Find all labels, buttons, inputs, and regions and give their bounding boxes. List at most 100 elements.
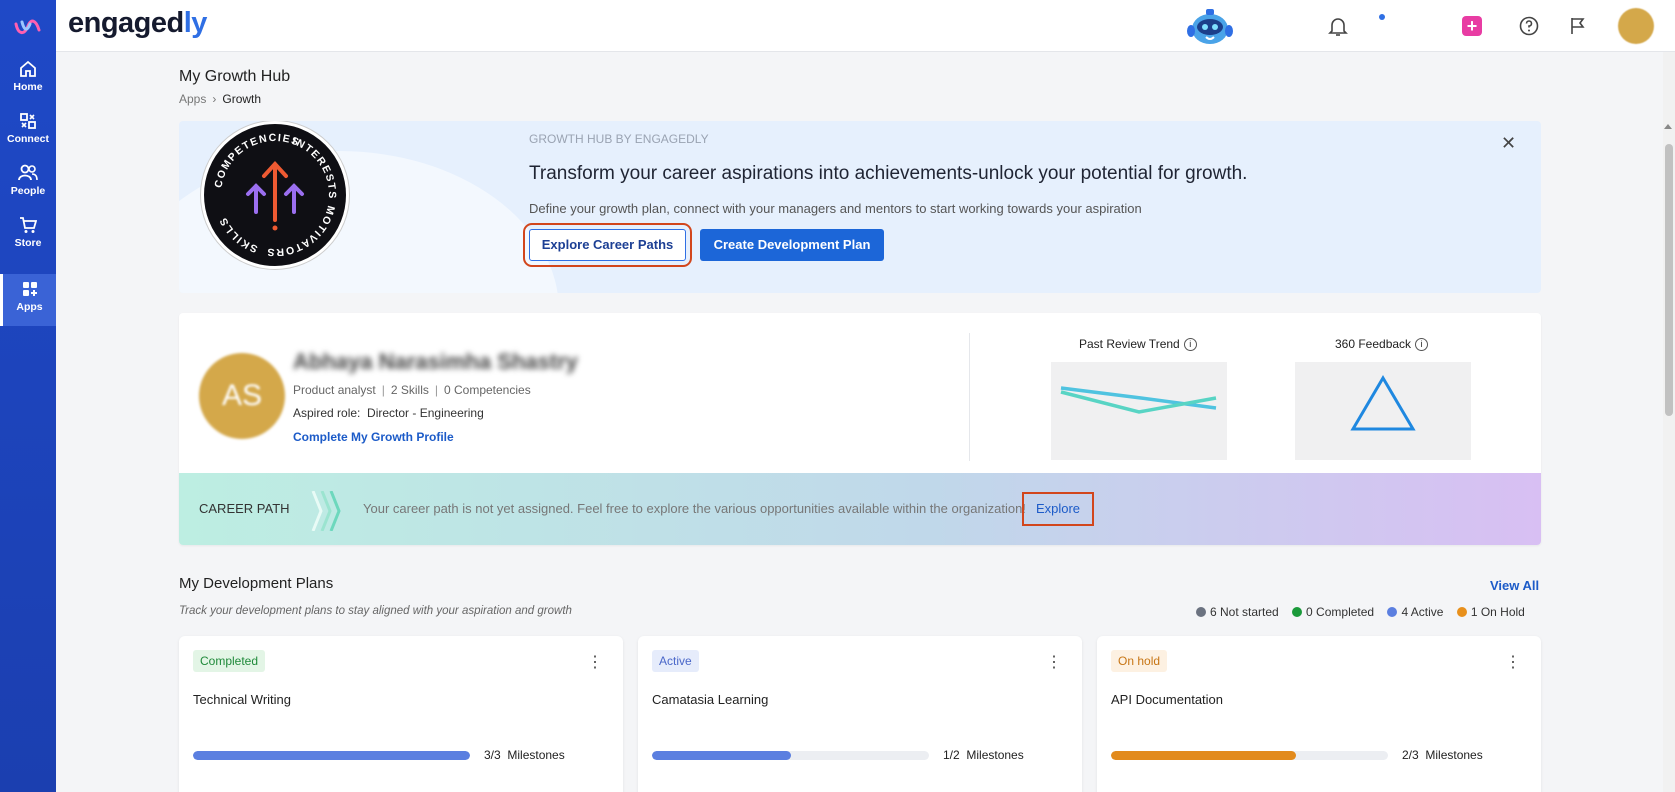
plan-status-badge: Active	[652, 650, 699, 672]
legend-dot	[1196, 607, 1206, 617]
legend-label: 4 Active	[1401, 605, 1444, 619]
mascot-icon[interactable]	[1184, 7, 1236, 51]
growth-hub-banner: COMPETENCIES INTERESTS MOTIVATORS SKILLS…	[179, 121, 1541, 293]
complete-growth-profile-link[interactable]: Complete My Growth Profile	[293, 430, 454, 444]
scrollbar[interactable]	[1663, 52, 1675, 792]
plan-milestones: 3/3 Milestones	[484, 748, 565, 762]
brand-logo[interactable]: engagedly	[68, 7, 207, 40]
notification-dot	[1379, 14, 1385, 20]
plan-status-badge: Completed	[193, 650, 266, 672]
legend-active: 4 Active	[1387, 605, 1443, 619]
legend-completed: 0 Completed	[1292, 605, 1374, 619]
past-review-trend-text: Past Review Trend	[1079, 337, 1180, 351]
past-review-trend-chart[interactable]	[1051, 362, 1227, 460]
banner-title: Transform your career aspirations into a…	[529, 163, 1248, 184]
more-options-icon[interactable]: ⋮	[1505, 652, 1521, 672]
plan-progress-bar	[193, 751, 470, 760]
brand-text: engaged	[68, 7, 184, 39]
360-feedback-chart[interactable]	[1295, 362, 1471, 460]
360-feedback-text: 360 Feedback	[1335, 337, 1412, 351]
aspired-role-value: Director - Engineering	[367, 406, 484, 420]
page-title: My Growth Hub	[179, 68, 291, 85]
growth-profile-card: AS Abhaya Narasimha Shastry Product anal…	[179, 313, 1541, 545]
career-path-strip: CAREER PATH Your career path is not yet …	[179, 473, 1541, 545]
sidebar-item-people[interactable]: People	[0, 158, 56, 210]
trend-lines-graphic	[1060, 386, 1217, 414]
flag-icon[interactable]	[1567, 14, 1591, 38]
apps-icon	[22, 282, 37, 296]
sidebar: Home Connect People Store Apps	[0, 0, 56, 792]
plan-name: API Documentation	[1111, 692, 1224, 707]
profile-avatar: AS	[199, 353, 285, 439]
profile-role: Product analyst	[293, 383, 376, 397]
home-icon	[20, 60, 36, 77]
badge-word-skills: SKILLS	[217, 215, 258, 255]
milestones-label: Milestones	[1425, 748, 1483, 762]
explore-career-paths-button[interactable]: Explore Career Paths	[523, 223, 692, 267]
brand-accent: ly	[183, 7, 208, 39]
legend-dot	[1387, 607, 1398, 617]
create-development-plan-button[interactable]: Create Development Plan	[700, 229, 884, 261]
close-icon[interactable]: ✕	[1501, 133, 1516, 154]
info-icon[interactable]: i	[1183, 338, 1197, 352]
milestones-label: Milestones	[507, 748, 565, 762]
chevrons-icon	[311, 491, 341, 531]
view-all-link[interactable]: View All	[1490, 578, 1539, 593]
sidebar-item-store[interactable]: Store	[0, 210, 56, 262]
legend-label: 1 On Hold	[1470, 605, 1525, 619]
scrollbar-thumb[interactable]	[1665, 144, 1673, 416]
avatar[interactable]	[1618, 8, 1654, 44]
growth-badge-graphic: COMPETENCIES INTERESTS MOTIVATORS SKILLS	[212, 132, 336, 258]
help-icon[interactable]	[1517, 14, 1541, 38]
info-icon[interactable]: i	[1415, 338, 1429, 352]
more-options-icon[interactable]: ⋮	[1046, 652, 1062, 672]
meta-divider: |	[381, 383, 385, 397]
plan-status-badge: On hold	[1111, 650, 1168, 672]
360-feedback-label: 360 Feedback i	[1335, 337, 1429, 352]
plan-progress-fill	[652, 751, 791, 760]
plan-card[interactable]: Active ⋮ Camatasia Learning 1/2 Mileston…	[638, 636, 1082, 792]
more-options-icon[interactable]: ⋮	[587, 652, 603, 672]
plan-progress-fill	[1111, 751, 1296, 760]
plan-name: Technical Writing	[193, 692, 292, 707]
plan-card[interactable]: On hold ⋮ API Documentation 2/3 Mileston…	[1097, 636, 1541, 792]
divider	[969, 333, 970, 461]
banner-description: Define your growth plan, connect with yo…	[529, 201, 1142, 216]
explore-link[interactable]: Explore	[1022, 492, 1094, 526]
legend-dot	[1456, 607, 1467, 617]
engagedly-logo-icon[interactable]	[12, 12, 44, 42]
milestones-count: 1/2	[943, 748, 960, 762]
aspired-role-label: Aspired role:	[293, 406, 361, 420]
legend-on-hold: 1 On Hold	[1456, 605, 1525, 619]
breadcrumb-growth: Growth	[222, 92, 262, 106]
svg-text:COMPETENCIES: COMPETENCIES	[212, 132, 301, 189]
plan-milestones: 2/3 Milestones	[1402, 748, 1483, 762]
people-icon	[18, 164, 38, 181]
profile-competencies: 0 Competencies	[443, 383, 531, 397]
bell-icon[interactable]	[1326, 14, 1350, 38]
milestones-count: 3/3	[484, 748, 501, 762]
plan-progress-bar	[1111, 751, 1388, 760]
chevron-right-icon: ›	[212, 92, 217, 106]
cart-icon	[20, 217, 37, 233]
sidebar-item-label: Home	[13, 81, 43, 93]
badge-word-competencies: COMPETENCIES	[212, 132, 300, 189]
plan-card[interactable]: Completed ⋮ Technical Writing 3/3 Milest…	[179, 636, 623, 792]
plan-progress-fill	[193, 751, 470, 760]
sidebar-item-label: People	[10, 185, 46, 197]
sidebar-item-label: Connect	[7, 133, 49, 145]
legend-not-started: 6 Not started	[1196, 605, 1279, 619]
legend-label: 6 Not started	[1210, 605, 1279, 619]
plan-name: Camatasia Learning	[652, 692, 769, 707]
sidebar-item-connect[interactable]: Connect	[0, 106, 56, 158]
legend-label: 0 Completed	[1306, 605, 1375, 619]
meta-divider: |	[434, 383, 438, 397]
breadcrumb-apps[interactable]: Apps	[179, 92, 206, 106]
sidebar-item-home[interactable]: Home	[0, 54, 56, 106]
triangle-graphic	[1350, 375, 1416, 431]
sidebar-item-apps[interactable]: Apps	[0, 274, 56, 326]
scroll-up-icon[interactable]	[1664, 124, 1672, 129]
aspired-role: Aspired role: Director - Engineering	[293, 406, 484, 420]
development-plans-subtitle: Track your development plans to stay ali…	[179, 605, 572, 617]
plus-icon[interactable]: +	[1462, 16, 1482, 36]
